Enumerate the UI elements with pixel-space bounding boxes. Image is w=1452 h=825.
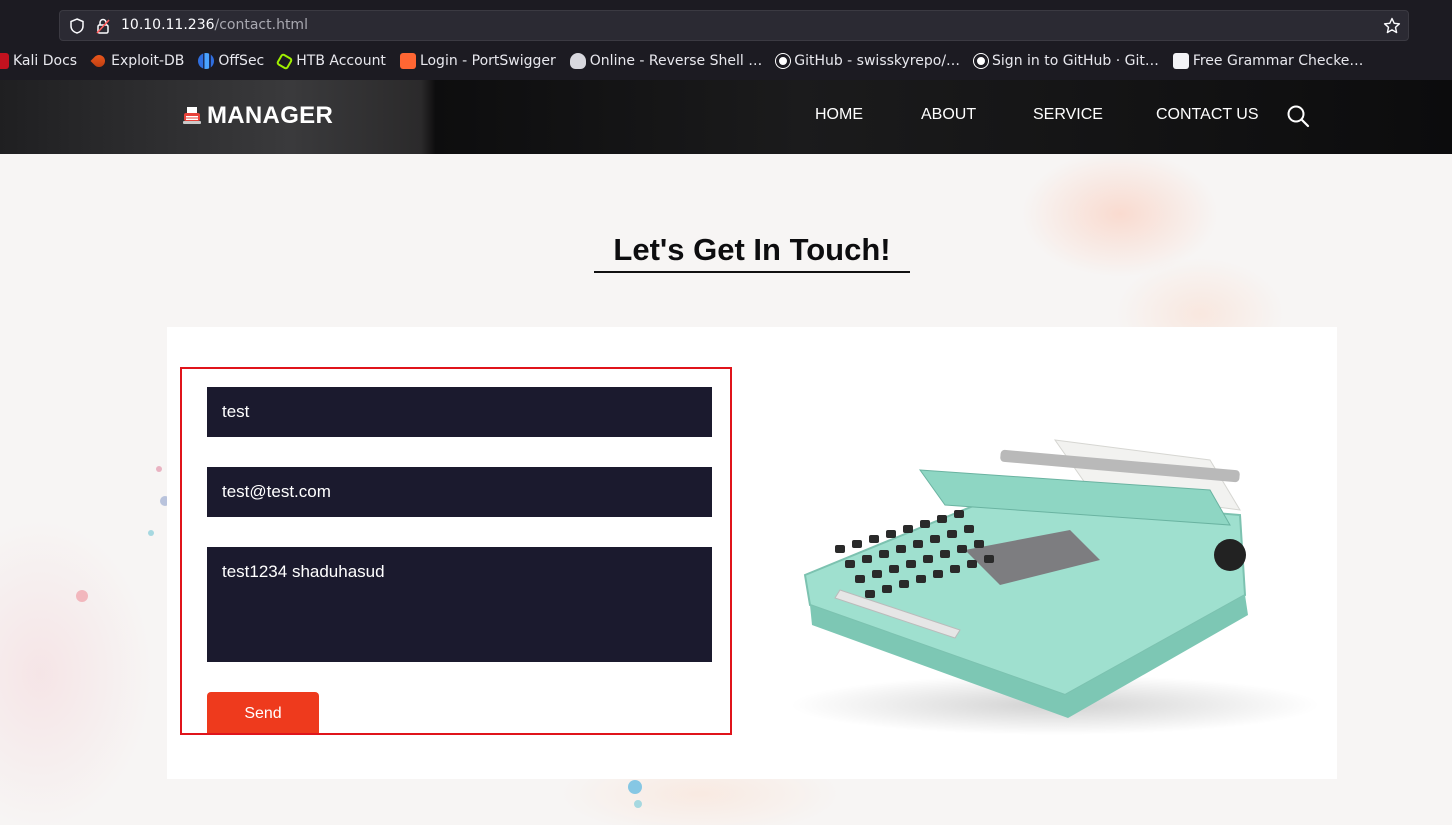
email-input[interactable]: test@test.com <box>207 467 712 517</box>
paint-dot <box>628 780 642 794</box>
site-header: MANAGER HOME ABOUT SERVICE CONTACT US <box>0 80 1452 154</box>
bookmark-htb-account[interactable]: HTB Account <box>275 52 386 70</box>
url-text: 10.10.11.236/contact.html <box>121 17 308 33</box>
name-input[interactable]: test <box>207 387 712 437</box>
address-bar[interactable]: 10.10.11.236/contact.html <box>59 10 1409 41</box>
paint-dot <box>634 800 642 808</box>
htb-icon <box>275 52 294 70</box>
send-button[interactable]: Send <box>207 692 319 733</box>
paint-dot <box>148 530 154 536</box>
bookmark-kali-docs[interactable]: Kali Docs <box>0 53 77 69</box>
page-title: Let's Get In Touch! <box>613 232 891 267</box>
bookmark-github-swisskyrepo[interactable]: GitHub - swisskyrepo/… <box>776 53 960 69</box>
skull-icon <box>569 53 586 69</box>
portswigger-icon <box>399 53 416 69</box>
nav-contact-us[interactable]: CONTACT US <box>1156 106 1259 124</box>
site-logo[interactable]: MANAGER <box>182 102 333 130</box>
browser-toolbar: 10.10.11.236/contact.html Kali Docs Expl… <box>0 0 1452 80</box>
lock-insecure-icon[interactable] <box>94 17 112 35</box>
logo-text: MANAGER <box>207 102 334 129</box>
bookmark-star-icon[interactable] <box>1382 16 1402 36</box>
bookmark-portswigger[interactable]: Login - PortSwigger <box>399 53 556 69</box>
github-icon <box>974 54 989 68</box>
kali-icon <box>0 53 9 69</box>
typewriter-logo-icon <box>183 107 201 124</box>
bookmark-reverse-shell[interactable]: Online - Reverse Shell … <box>569 53 762 69</box>
bookmark-exploit-db[interactable]: Exploit-DB <box>90 52 184 70</box>
bookmark-offsec[interactable]: OffSec <box>198 53 264 69</box>
exploit-db-icon <box>90 52 108 70</box>
grammar-icon <box>1172 53 1189 69</box>
paint-dot <box>156 466 162 472</box>
paint-dot <box>76 590 88 602</box>
nav-about[interactable]: ABOUT <box>921 106 976 124</box>
nav-home[interactable]: HOME <box>815 106 863 124</box>
bookmarks-bar: Kali Docs Exploit-DB OffSec HTB Account … <box>0 47 1452 75</box>
github-icon <box>776 54 791 68</box>
nav-service[interactable]: SERVICE <box>1033 106 1103 124</box>
offsec-icon <box>198 53 215 69</box>
bookmark-github-signin[interactable]: Sign in to GitHub · Git… <box>974 53 1159 69</box>
typewriter-image <box>790 439 1320 735</box>
message-textarea[interactable]: test1234 shaduhasud <box>207 547 712 662</box>
search-icon[interactable] <box>1286 104 1310 128</box>
shield-icon[interactable] <box>68 17 86 35</box>
bookmark-grammar-checker[interactable]: Free Grammar Checke… <box>1172 53 1363 69</box>
title-underline <box>594 271 910 273</box>
